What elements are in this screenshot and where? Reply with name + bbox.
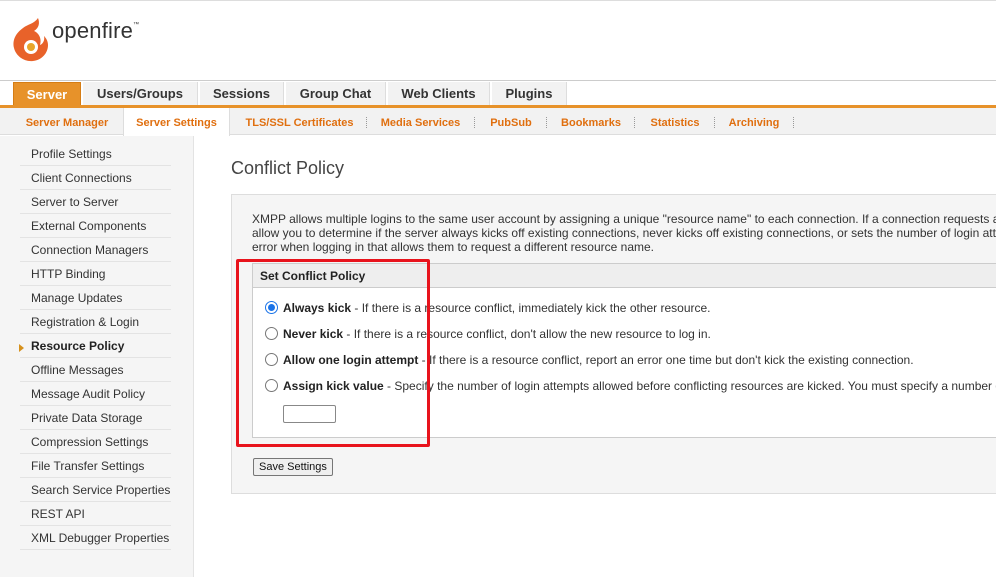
sidebar-item-search-service-properties[interactable]: Search Service Properties <box>20 478 171 502</box>
intro-line: XMPP allows multiple logins to the same … <box>252 212 996 226</box>
sidebar: Profile Settings Client Connections Serv… <box>0 136 194 577</box>
subtab-separator <box>634 117 635 128</box>
option-label: Never kick <box>283 327 344 341</box>
radio-assign-kick-value[interactable] <box>265 379 278 392</box>
intro-line: allow you to determine if the server alw… <box>252 226 996 240</box>
subtab-separator <box>366 117 367 128</box>
tab-server[interactable]: Server <box>13 82 81 106</box>
radio-never-kick[interactable] <box>265 327 278 340</box>
option-desc: - If there is a resource conflict, repor… <box>418 353 914 367</box>
subtab-server-settings[interactable]: Server Settings <box>123 108 230 136</box>
sub-tabs: Server Manager Server Settings TLS/SSL C… <box>0 108 996 136</box>
option-label: Allow one login attempt <box>283 353 419 367</box>
sidebar-item-private-data-storage[interactable]: Private Data Storage <box>20 406 171 430</box>
subtab-archiving[interactable]: Archiving <box>720 108 788 135</box>
tab-web-clients[interactable]: Web Clients <box>387 82 490 106</box>
option-label: Always kick <box>283 301 352 315</box>
option-desc: - If there is a resource conflict, immed… <box>351 301 711 315</box>
save-settings-button[interactable]: Save Settings <box>253 458 333 476</box>
sidebar-item-file-transfer-settings[interactable]: File Transfer Settings <box>20 454 171 478</box>
sidebar-item-external-components[interactable]: External Components <box>20 214 171 238</box>
subtab-separator <box>474 117 475 128</box>
subtab-server-manager[interactable]: Server Manager <box>14 108 120 135</box>
subtab-separator <box>714 117 715 128</box>
subtab-separator <box>793 117 794 128</box>
sidebar-item-rest-api[interactable]: REST API <box>20 502 171 526</box>
radio-always-kick[interactable] <box>265 301 278 314</box>
subtab-statistics[interactable]: Statistics <box>640 108 710 135</box>
intro-text: XMPP allows multiple logins to the same … <box>252 212 996 254</box>
sidebar-item-http-binding[interactable]: HTTP Binding <box>20 262 171 286</box>
tab-group-chat[interactable]: Group Chat <box>285 82 386 106</box>
subtab-tls-ssl-certificates[interactable]: TLS/SSL Certificates <box>236 108 363 135</box>
tab-sessions[interactable]: Sessions <box>199 82 284 106</box>
intro-line: error when logging in that allows them t… <box>252 240 654 254</box>
box-title: Set Conflict Policy <box>253 264 996 288</box>
sidebar-item-compression-settings[interactable]: Compression Settings <box>20 430 171 454</box>
kick-value-input[interactable] <box>283 405 336 423</box>
subtab-separator <box>546 117 547 128</box>
option-label: Assign kick value <box>283 379 384 393</box>
option-desc: - If there is a resource conflict, don't… <box>343 327 711 341</box>
sidebar-item-message-audit-policy[interactable]: Message Audit Policy <box>20 382 171 406</box>
subtab-bookmarks[interactable]: Bookmarks <box>552 108 630 135</box>
sidebar-item-offline-messages[interactable]: Offline Messages <box>20 358 171 382</box>
page-title: Conflict Policy <box>231 158 345 178</box>
sidebar-item-client-connections[interactable]: Client Connections <box>20 166 171 190</box>
option-desc: - Specify the number of login attempts a… <box>383 379 996 393</box>
sidebar-item-profile-settings[interactable]: Profile Settings <box>20 142 171 166</box>
sidebar-item-resource-policy[interactable]: Resource Policy <box>20 334 171 358</box>
radio-allow-one-login[interactable] <box>265 353 278 366</box>
main-tabs: Server Users/Groups Sessions Group Chat … <box>0 80 996 106</box>
subtab-pubsub[interactable]: PubSub <box>480 108 542 135</box>
header: openfire™ <box>0 4 996 80</box>
subtab-media-services[interactable]: Media Services <box>372 108 469 135</box>
tab-users-groups[interactable]: Users/Groups <box>82 82 198 106</box>
tab-plugins[interactable]: Plugins <box>491 82 567 106</box>
conflict-policy-box: Set Conflict Policy Always kick - If the… <box>252 263 996 438</box>
sidebar-item-connection-managers[interactable]: Connection Managers <box>20 238 171 262</box>
sidebar-item-registration-login[interactable]: Registration & Login <box>20 310 171 334</box>
sidebar-item-xml-debugger-properties[interactable]: XML Debugger Properties <box>20 526 171 550</box>
sidebar-item-manage-updates[interactable]: Manage Updates <box>20 286 171 310</box>
brand-name: openfire™ <box>52 18 140 43</box>
sidebar-item-server-to-server[interactable]: Server to Server <box>20 190 171 214</box>
